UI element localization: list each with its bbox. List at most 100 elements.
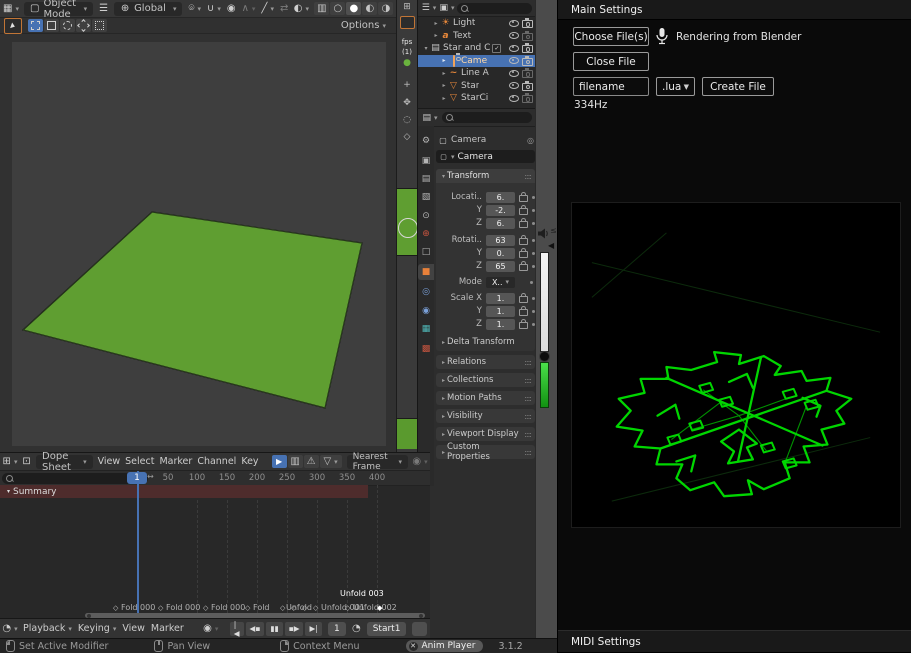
- outliner-row-linea[interactable]: ▸ ~ Line A: [418, 67, 535, 80]
- material-shading-icon[interactable]: ◐: [362, 2, 377, 15]
- value-slider[interactable]: 0.: [486, 248, 515, 259]
- subpanel-delta-transform[interactable]: ▸ Delta Transform: [436, 335, 535, 349]
- volume-slider-knob[interactable]: [539, 351, 550, 362]
- menu-view[interactable]: View: [98, 456, 121, 467]
- value-slider[interactable]: 1.: [486, 293, 515, 304]
- tool-icon[interactable]: [399, 16, 415, 32]
- select-box-button[interactable]: [44, 19, 59, 32]
- editor-type-icon[interactable]: ▤▾: [421, 111, 439, 125]
- menu-channel[interactable]: Channel: [197, 456, 236, 467]
- camera-visibility-icon[interactable]: [522, 95, 533, 103]
- extension-dropdown[interactable]: .lua ▼: [656, 77, 695, 96]
- menu-keying[interactable]: Keying▾: [78, 623, 116, 634]
- value-slider[interactable]: 1.: [486, 306, 515, 317]
- object-name-field[interactable]: ▢ ▾ Camera: [436, 150, 535, 163]
- scale-tool-icon[interactable]: ◇: [399, 132, 415, 142]
- rendered-shading-icon[interactable]: ◑: [378, 2, 393, 15]
- marker-label[interactable]: Fold 000: [211, 603, 245, 612]
- tab-tool[interactable]: ⚙: [418, 133, 434, 149]
- xray-toggle-icon[interactable]: ▥: [314, 2, 329, 15]
- editor-type-icon[interactable]: ⊞: [399, 2, 415, 12]
- orbit-gizmo-icon[interactable]: [398, 218, 418, 238]
- only-selected-filter-icon[interactable]: ▶: [272, 455, 287, 468]
- disclosure-icon[interactable]: ▸: [440, 95, 448, 102]
- marker-diamond-icon[interactable]: ◇: [158, 604, 163, 612]
- panel-grip-icon[interactable]: ::::: [524, 430, 531, 439]
- outliner-row-starci[interactable]: ▸ ▽ StarCi: [418, 92, 535, 105]
- pivot-point-icon[interactable]: ⌾▾: [188, 2, 201, 16]
- display-mode-icon[interactable]: ▣▾: [440, 1, 454, 15]
- filter-funnel-icon[interactable]: ▽▾: [320, 455, 342, 468]
- panel-viewport-display[interactable]: ▸ Viewport Display ::::: [436, 427, 535, 441]
- camera-visibility-icon[interactable]: [522, 33, 533, 41]
- lock-icon[interactable]: [519, 322, 528, 329]
- scrollbar-handle-dot[interactable]: [87, 614, 91, 618]
- panel-relations[interactable]: ▸ Relations ::::: [436, 355, 535, 369]
- rotate-tool-icon[interactable]: ◌: [399, 115, 415, 125]
- lock-icon[interactable]: [519, 208, 528, 215]
- camera-visibility-icon[interactable]: [522, 70, 533, 78]
- midi-settings-header[interactable]: MIDI Settings: [558, 630, 911, 653]
- filename-input[interactable]: [573, 77, 649, 96]
- select-extra-button[interactable]: [92, 19, 107, 32]
- viewport-canvas[interactable]: [0, 34, 396, 452]
- green-plane-object[interactable]: [0, 34, 396, 452]
- tab-texture[interactable]: ▩: [418, 341, 434, 357]
- panel-grip-icon[interactable]: ::::: [524, 172, 531, 181]
- collapsed-menus-icon[interactable]: ☰: [99, 2, 108, 16]
- menu-marker[interactable]: Marker: [151, 623, 184, 634]
- preview-range-clock-icon[interactable]: ◔: [352, 622, 361, 636]
- disclosure-icon[interactable]: ▸: [432, 20, 440, 27]
- collection-checkbox[interactable]: ✓: [492, 44, 501, 53]
- editor-type-clock-icon[interactable]: ◔▾: [3, 622, 17, 636]
- outliner-row-light[interactable]: ▸ ☀ Light: [418, 17, 535, 30]
- menu-marker[interactable]: Marker: [159, 456, 192, 467]
- panel-grip-icon[interactable]: ::::: [524, 358, 531, 367]
- eye-icon[interactable]: [509, 82, 519, 89]
- value-slider[interactable]: 6.: [486, 218, 515, 229]
- gizmos-icon[interactable]: ⇄: [280, 2, 288, 16]
- annotate-pen-icon[interactable]: ╱▾: [261, 2, 274, 16]
- marker-label[interactable]: Unfold 002: [353, 603, 397, 612]
- disclosure-icon[interactable]: ▾: [422, 45, 430, 52]
- falloff-curve-icon[interactable]: ∧▾: [242, 2, 256, 16]
- close-icon[interactable]: ✕: [409, 642, 418, 651]
- marker-diamond-icon[interactable]: ◇: [245, 604, 250, 612]
- eye-icon[interactable]: [509, 70, 519, 77]
- playhead-line[interactable]: [137, 471, 139, 614]
- camera-visibility-icon[interactable]: [522, 45, 533, 53]
- marker-diamond-icon[interactable]: ◇: [313, 604, 318, 612]
- options-dropdown[interactable]: Options ▾: [341, 20, 386, 31]
- menu-select[interactable]: Select: [125, 456, 154, 467]
- disclosure-icon[interactable]: ▸: [432, 32, 440, 39]
- hidden-channels-icon[interactable]: ▥: [288, 455, 303, 468]
- disclosure-icon[interactable]: ▸: [440, 82, 448, 89]
- proportional-edit-icon[interactable]: ◉▾: [413, 455, 427, 469]
- expand-icon[interactable]: ↔: [147, 472, 154, 481]
- panel-visibility[interactable]: ▸ Visibility ::::: [436, 409, 535, 423]
- orientation-dropdown[interactable]: ⊕ Global ▾: [114, 2, 182, 16]
- outliner-row-star[interactable]: ▸ ▽ Star: [418, 80, 535, 93]
- marker-label[interactable]: Fold: [253, 603, 270, 612]
- menu-view[interactable]: View: [122, 623, 145, 634]
- transform-panel-header[interactable]: ▾ Transform ::::: [436, 169, 535, 183]
- lock-icon[interactable]: [519, 221, 528, 228]
- tab-world[interactable]: ⊕: [418, 226, 434, 242]
- next-keyframe-button[interactable]: ▪▶: [285, 622, 304, 636]
- dopesheet-context-dropdown[interactable]: Dope Sheet ▾: [36, 455, 93, 469]
- marker-diamond-icon[interactable]: ◇: [113, 604, 118, 612]
- eye-icon[interactable]: [509, 57, 519, 64]
- marker-label[interactable]: Fold 000: [121, 603, 155, 612]
- tab-scene[interactable]: ⊙: [418, 208, 434, 224]
- tab-view-layer[interactable]: ▧: [418, 189, 434, 205]
- active-tool-button[interactable]: [4, 18, 22, 34]
- lock-icon[interactable]: [519, 264, 528, 271]
- scrollbar-handle-dot[interactable]: [419, 614, 423, 618]
- prev-keyframe-button[interactable]: ◀▪: [246, 622, 265, 636]
- menu-playback[interactable]: Playback▾: [23, 623, 72, 634]
- panel-motion-paths[interactable]: ▸ Motion Paths ::::: [436, 391, 535, 405]
- camera-visibility-icon[interactable]: [522, 58, 533, 66]
- lock-icon[interactable]: [519, 238, 528, 245]
- value-slider[interactable]: -2.: [486, 205, 515, 216]
- panel-grip-icon[interactable]: ::::: [524, 394, 531, 403]
